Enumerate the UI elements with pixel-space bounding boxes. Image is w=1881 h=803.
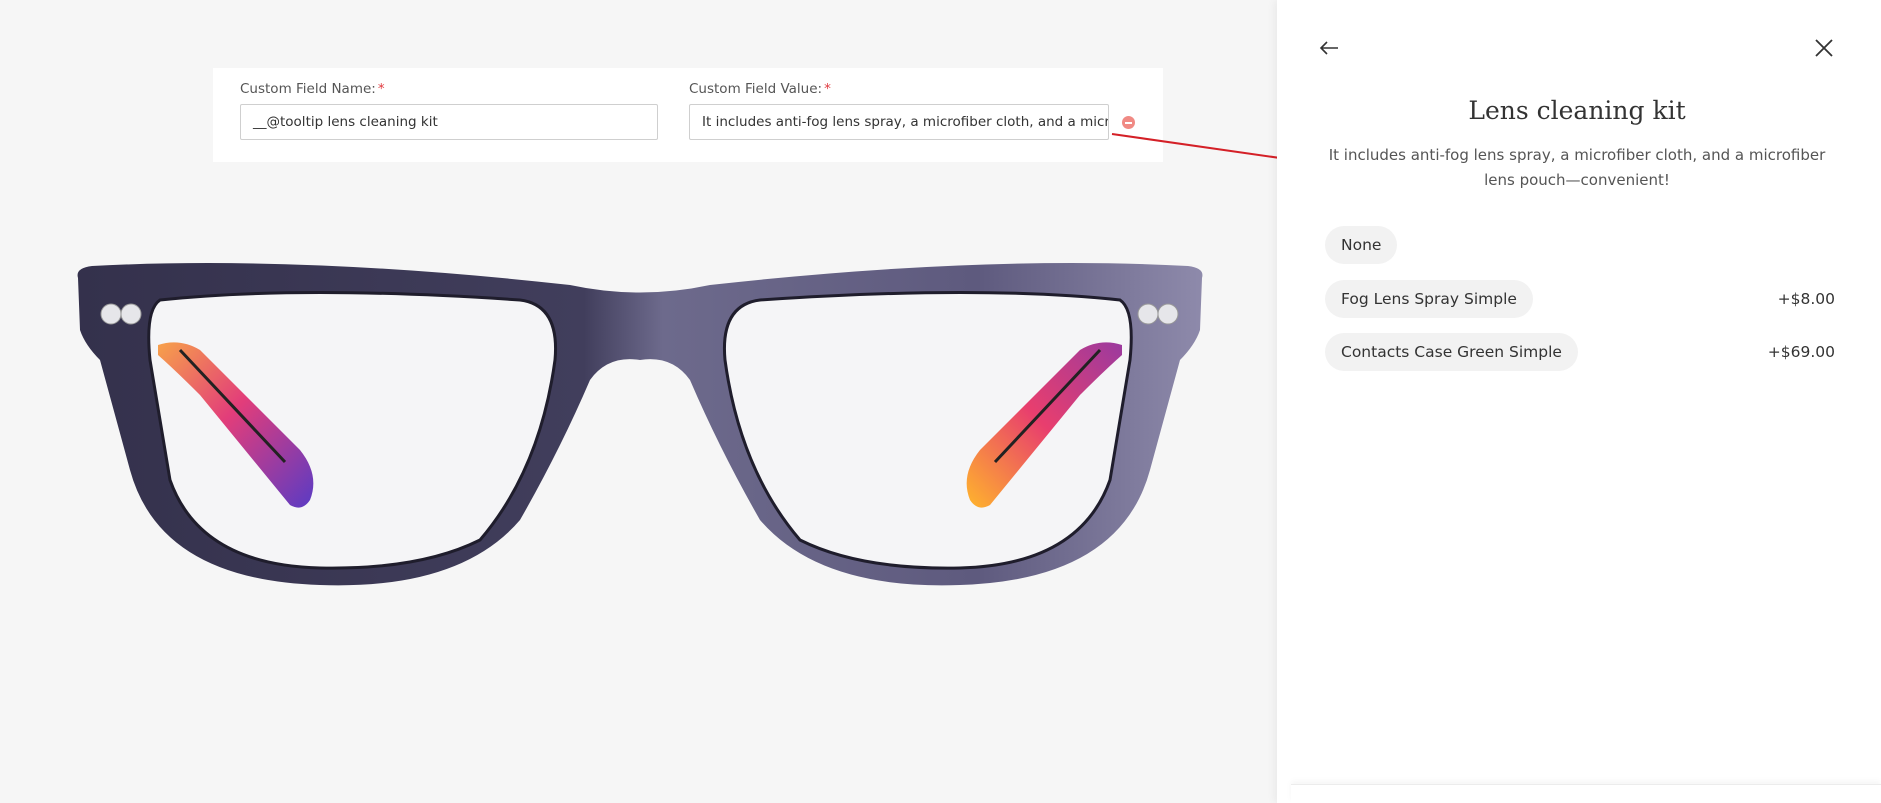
- arrow-left-icon: [1319, 41, 1338, 55]
- tooltip-side-panel: Lens cleaning kit It includes anti-fog l…: [1277, 0, 1881, 803]
- close-button[interactable]: [1812, 36, 1836, 60]
- close-icon: [1815, 39, 1833, 57]
- option-label: Fog Lens Spray Simple: [1325, 280, 1533, 318]
- panel-title: Lens cleaning kit: [1468, 96, 1686, 125]
- option-none[interactable]: None: [1325, 226, 1835, 264]
- panel-description: It includes anti-fog lens spray, a micro…: [1328, 146, 1826, 189]
- option-fog-lens-spray[interactable]: Fog Lens Spray Simple +$8.00: [1325, 280, 1835, 318]
- option-label: Contacts Case Green Simple: [1325, 333, 1578, 371]
- annotation-arrow: [1111, 133, 1322, 168]
- back-button[interactable]: [1317, 36, 1341, 60]
- panel-footer-divider: [1291, 784, 1881, 803]
- option-contacts-case[interactable]: Contacts Case Green Simple +$69.00: [1325, 333, 1835, 371]
- option-price: +$69.00: [1767, 343, 1835, 361]
- option-price: +$8.00: [1777, 290, 1835, 308]
- option-label: None: [1325, 226, 1398, 264]
